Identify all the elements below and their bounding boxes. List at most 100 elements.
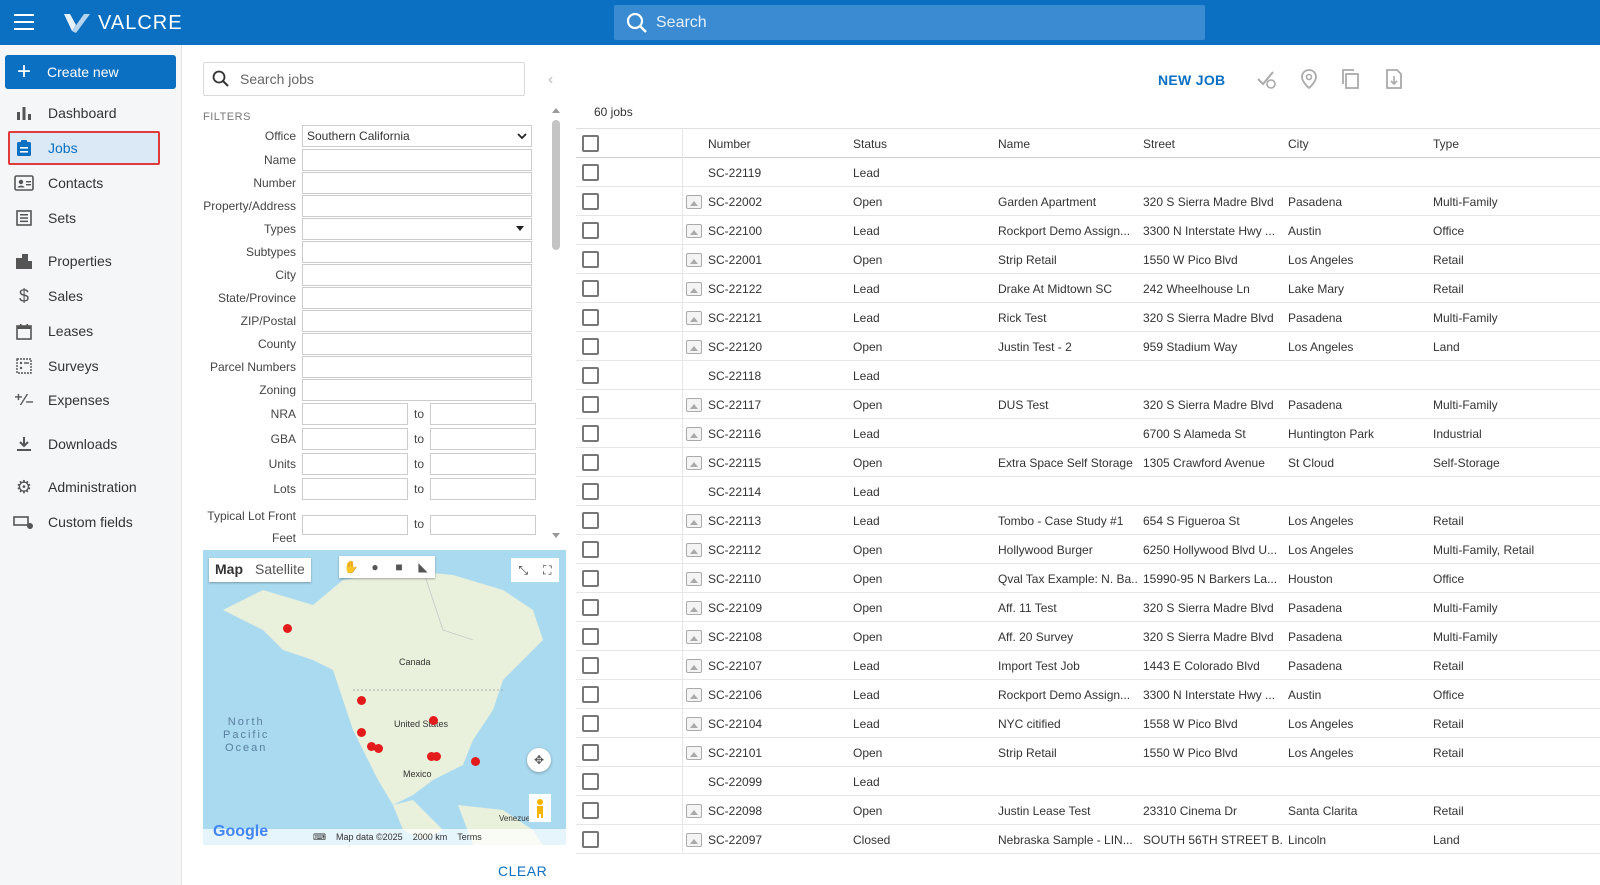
- expand-icon[interactable]: ⤡: [518, 563, 528, 578]
- table-row[interactable]: SC-22001 Open Strip Retail 1550 W Pico Blvd…: [576, 245, 1600, 274]
- job-search-input[interactable]: [240, 71, 500, 87]
- row-checkbox[interactable]: [582, 541, 599, 558]
- hand-icon[interactable]: ✋: [339, 556, 363, 578]
- map-marker[interactable]: [283, 624, 292, 633]
- row-checkbox[interactable]: [582, 773, 599, 790]
- range-min-input[interactable]: [302, 515, 408, 535]
- sidebar-item-surveys[interactable]: Surveys: [0, 351, 172, 381]
- sidebar-item-contacts[interactable]: Contacts: [0, 168, 172, 198]
- filter-input-city[interactable]: [302, 264, 532, 286]
- sidebar-item-downloads[interactable]: Downloads: [0, 429, 172, 459]
- row-checkbox[interactable]: [582, 251, 599, 268]
- office-select[interactable]: Southern California: [302, 125, 532, 147]
- sidebar-item-sales[interactable]: $ Sales: [0, 281, 172, 311]
- menu-icon[interactable]: [14, 14, 34, 30]
- circle-tool-icon[interactable]: ●: [363, 556, 387, 578]
- range-max-input[interactable]: [430, 403, 536, 425]
- sidebar-item-custom-fields[interactable]: Custom fields: [0, 507, 172, 537]
- create-new-button[interactable]: + Create new: [5, 55, 176, 89]
- jobs-map[interactable]: Canada United States Mexico North Pacifi…: [203, 550, 566, 845]
- table-row[interactable]: SC-22106 Lead Rockport Demo Assign... 3300 …: [576, 680, 1600, 709]
- row-checkbox[interactable]: [582, 164, 599, 181]
- filter-input-subtypes[interactable]: [302, 241, 532, 263]
- row-checkbox[interactable]: [582, 628, 599, 645]
- satellite-button[interactable]: Satellite: [249, 558, 311, 582]
- table-row[interactable]: SC-22120 Open Justin Test - 2 959 Stadium W…: [576, 332, 1600, 361]
- filter-input-county[interactable]: [302, 333, 532, 355]
- table-row[interactable]: SC-22118 Lead: [576, 361, 1600, 390]
- sidebar-item-sets[interactable]: Sets: [0, 203, 172, 233]
- filter-input-property-address[interactable]: [302, 195, 532, 217]
- row-checkbox[interactable]: [582, 222, 599, 239]
- select-all-checkbox[interactable]: [582, 135, 599, 152]
- filter-input-zip-postal[interactable]: [302, 310, 532, 332]
- column-header-status[interactable]: Status: [853, 129, 993, 158]
- row-checkbox[interactable]: [582, 338, 599, 355]
- row-checkbox[interactable]: [582, 396, 599, 413]
- sidebar-item-jobs[interactable]: Jobs: [0, 133, 172, 163]
- polygon-tool-icon[interactable]: ◣: [411, 556, 435, 578]
- table-row[interactable]: SC-22122 Lead Drake At Midtown SC 242 Wheel…: [576, 274, 1600, 303]
- rectangle-tool-icon[interactable]: ■: [387, 556, 411, 578]
- row-checkbox[interactable]: [582, 367, 599, 384]
- logo[interactable]: VALCRE: [62, 10, 183, 36]
- map-marker[interactable]: [432, 752, 441, 761]
- table-row[interactable]: SC-22109 Open Aff. 11 Test 320 S Sierra Mad…: [576, 593, 1600, 622]
- row-checkbox[interactable]: [582, 686, 599, 703]
- table-row[interactable]: SC-22107 Lead Import Test Job 1443 E Colora…: [576, 651, 1600, 680]
- column-header-type[interactable]: Type: [1433, 129, 1593, 158]
- table-row[interactable]: SC-22117 Open DUS Test 320 S Sierra Madre B…: [576, 390, 1600, 419]
- map-marker[interactable]: [429, 716, 438, 725]
- sidebar-item-leases[interactable]: Leases: [0, 316, 172, 346]
- filter-input-number[interactable]: [302, 172, 532, 194]
- filters-scroll-thumb[interactable]: [552, 120, 560, 250]
- map-marker[interactable]: [357, 696, 366, 705]
- range-max-input[interactable]: [430, 453, 536, 475]
- row-checkbox[interactable]: [582, 483, 599, 500]
- range-max-input[interactable]: [430, 515, 536, 535]
- map-terms-link[interactable]: Terms: [457, 832, 482, 842]
- row-checkbox[interactable]: [582, 512, 599, 529]
- row-checkbox[interactable]: [582, 715, 599, 732]
- job-search-box[interactable]: [203, 62, 525, 96]
- row-checkbox[interactable]: [582, 309, 599, 326]
- table-row[interactable]: SC-22116 Lead 6700 S Alameda St Huntington …: [576, 419, 1600, 448]
- table-row[interactable]: SC-22104 Lead NYC citified 1558 W Pico Blvd…: [576, 709, 1600, 738]
- range-max-input[interactable]: [430, 478, 536, 500]
- export-file-icon[interactable]: [1383, 68, 1405, 90]
- row-checkbox[interactable]: [582, 599, 599, 616]
- row-checkbox[interactable]: [582, 657, 599, 674]
- global-search-input[interactable]: [656, 13, 1176, 32]
- range-min-input[interactable]: [302, 453, 408, 475]
- row-checkbox[interactable]: [582, 802, 599, 819]
- street-view-icon[interactable]: [529, 794, 551, 822]
- table-row[interactable]: SC-22112 Open Hollywood Burger 6250 Hollywo…: [576, 535, 1600, 564]
- row-checkbox[interactable]: [582, 744, 599, 761]
- table-row[interactable]: SC-22101 Open Strip Retail 1550 W Pico Blvd…: [576, 738, 1600, 767]
- table-row[interactable]: SC-22121 Lead Rick Test 320 S Sierra Madre …: [576, 303, 1600, 332]
- table-row[interactable]: SC-22100 Lead Rockport Demo Assign... 3300 …: [576, 216, 1600, 245]
- copy-icon[interactable]: [1340, 68, 1362, 90]
- table-row[interactable]: SC-22097 Closed Nebraska Sample - LIN... SO…: [576, 825, 1600, 854]
- filter-input-parcel-numbers[interactable]: [302, 356, 532, 378]
- sidebar-item-administration[interactable]: ⚙ Administration: [0, 472, 172, 502]
- table-row[interactable]: SC-22115 Open Extra Space Self Storage 1305…: [576, 448, 1600, 477]
- sidebar-item-dashboard[interactable]: Dashboard: [0, 98, 172, 128]
- table-row[interactable]: SC-22108 Open Aff. 20 Survey 320 S Sierra M…: [576, 622, 1600, 651]
- keyboard-icon[interactable]: ⌨: [313, 832, 326, 843]
- table-row[interactable]: SC-22119 Lead: [576, 158, 1600, 187]
- map-button[interactable]: Map: [209, 558, 249, 582]
- range-min-input[interactable]: [302, 478, 408, 500]
- chevron-left-icon[interactable]: ‹: [548, 71, 553, 89]
- global-search[interactable]: [614, 5, 1205, 40]
- filter-input-state-province[interactable]: [302, 287, 532, 309]
- map-marker[interactable]: [357, 728, 366, 737]
- filter-input-types[interactable]: [302, 218, 532, 240]
- row-checkbox[interactable]: [582, 570, 599, 587]
- range-min-input[interactable]: [302, 403, 408, 425]
- map-pin-icon[interactable]: [1298, 68, 1320, 90]
- filter-input-zoning[interactable]: [302, 379, 532, 401]
- table-row[interactable]: SC-22099 Lead: [576, 767, 1600, 796]
- column-header-number[interactable]: Number: [708, 129, 848, 158]
- row-checkbox[interactable]: [582, 280, 599, 297]
